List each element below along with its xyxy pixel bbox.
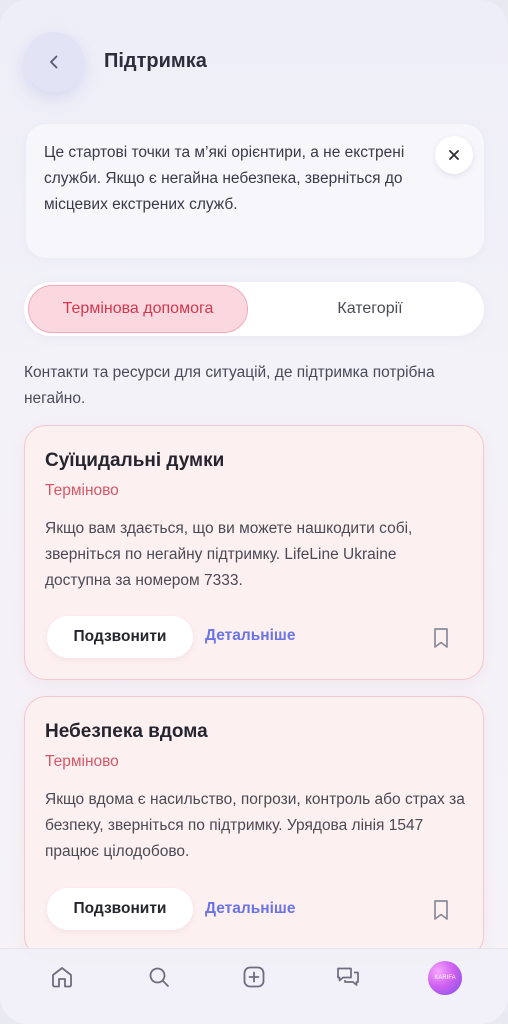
- close-icon: [449, 150, 459, 160]
- card-description: Якщо вдома є насильство, погрози, контро…: [45, 791, 465, 860]
- header: Підтримка: [0, 0, 508, 120]
- details-link[interactable]: Детальніше: [205, 627, 295, 645]
- nav-add[interactable]: [240, 963, 268, 991]
- urgency-tag: Терміново: [45, 482, 119, 499]
- intro-text: Контакти та ресурси для ситуацій, де під…: [24, 364, 435, 407]
- tab-urgent-help[interactable]: Термінова допомога: [28, 285, 248, 333]
- disclaimer-notice: Це стартові точки та м’які орієнтири, а …: [26, 124, 484, 258]
- card-title: Небезпека вдома: [45, 721, 208, 742]
- card-title: Суїцидальні думки: [45, 450, 225, 471]
- nav-profile-avatar[interactable]: KARIFA: [428, 961, 462, 995]
- resource-card: Небезпека вдома Терміново Якщо вдома є н…: [24, 696, 484, 958]
- call-button[interactable]: Подзвонити: [47, 616, 193, 658]
- call-button[interactable]: Подзвонити: [47, 888, 193, 930]
- notice-text: Це стартові точки та м’які орієнтири, а …: [44, 144, 405, 213]
- chevron-left-icon: [50, 55, 58, 69]
- page-title: Підтримка: [104, 50, 207, 72]
- tab-categories[interactable]: Категорії: [260, 285, 480, 333]
- bookmark-icon[interactable]: [430, 898, 452, 922]
- card-description: Якщо вам здається, що ви можете нашкодит…: [45, 520, 413, 589]
- add-icon: [243, 966, 265, 988]
- support-screen: Підтримка Це стартові точки та м’які орі…: [0, 0, 508, 1024]
- bottom-nav: KARIFA: [0, 948, 508, 1024]
- home-icon: [52, 967, 72, 988]
- bookmark-icon[interactable]: [430, 626, 452, 650]
- back-button[interactable]: [24, 32, 84, 92]
- nav-search[interactable]: [145, 963, 173, 991]
- nav-home[interactable]: [48, 963, 76, 991]
- urgency-tag: Терміново: [45, 753, 119, 770]
- resource-card: Суїцидальні думки Терміново Якщо вам зда…: [24, 425, 484, 680]
- search-icon: [149, 967, 169, 987]
- tab-bar: Термінова допомога Категорії: [24, 282, 484, 336]
- nav-chat[interactable]: [334, 963, 362, 991]
- notice-close-button[interactable]: [435, 136, 473, 174]
- chat-icon: [337, 967, 359, 986]
- details-link[interactable]: Детальніше: [205, 900, 295, 918]
